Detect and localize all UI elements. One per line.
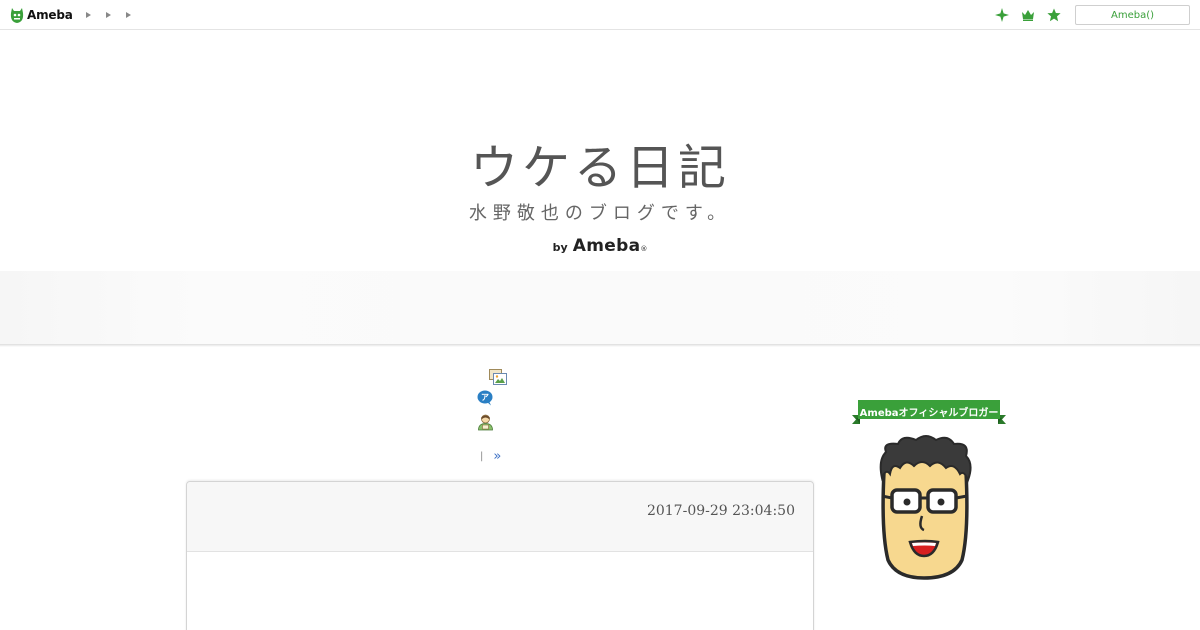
by-ameba-logo[interactable]: by Ameba® bbox=[0, 236, 1200, 256]
entry-pager: | » bbox=[480, 449, 501, 464]
official-blogger-badge[interactable]: Amebaオフィシャルブロガー bbox=[852, 400, 1006, 425]
sparkle-icon[interactable] bbox=[994, 7, 1010, 23]
blog-title[interactable]: ウケる日記 bbox=[0, 128, 1200, 198]
star-icon[interactable] bbox=[1046, 7, 1062, 23]
blog-entry-card: 2017-09-29 23:04:50 bbox=[186, 481, 814, 630]
ameba-brand-text: Ameba bbox=[572, 236, 641, 256]
blog-subtitle: 水野敬也のブログです。 bbox=[468, 203, 732, 224]
logo-text: Ameba bbox=[27, 8, 73, 22]
reader-icon[interactable] bbox=[477, 414, 494, 431]
header-band bbox=[0, 271, 1200, 344]
blogger-avatar-icon[interactable] bbox=[876, 432, 976, 580]
brand-mark: ® bbox=[640, 245, 648, 253]
by-label: by bbox=[552, 241, 568, 254]
entry-date: 2017-09-29 23:04:50 bbox=[646, 503, 795, 519]
header-icon-group bbox=[994, 7, 1062, 23]
header-divider bbox=[0, 344, 1200, 347]
global-header: Ameba Ameba() bbox=[0, 0, 1200, 30]
ameba-logo[interactable]: Ameba bbox=[10, 6, 73, 24]
official-badge-label: Amebaオフィシャルブロガー bbox=[859, 408, 999, 419]
next-entry-link[interactable]: » bbox=[493, 449, 501, 464]
ameba-login-button[interactable]: Ameba() bbox=[1075, 5, 1190, 25]
breadcrumb-arrow-icon[interactable] bbox=[124, 11, 132, 19]
ameba-mascot-icon bbox=[10, 7, 24, 23]
entry-header: 2017-09-29 23:04:50 bbox=[187, 482, 813, 552]
blog-balloon-icon[interactable]: ア bbox=[477, 390, 494, 406]
image-gallery-icon[interactable] bbox=[489, 369, 507, 385]
breadcrumb-arrow-icon[interactable] bbox=[84, 11, 92, 19]
breadcrumb bbox=[84, 11, 132, 19]
breadcrumb-arrow-icon[interactable] bbox=[104, 11, 112, 19]
pager-separator: | bbox=[480, 451, 484, 462]
svg-text:ア: ア bbox=[481, 393, 489, 402]
crown-icon[interactable] bbox=[1020, 7, 1036, 23]
